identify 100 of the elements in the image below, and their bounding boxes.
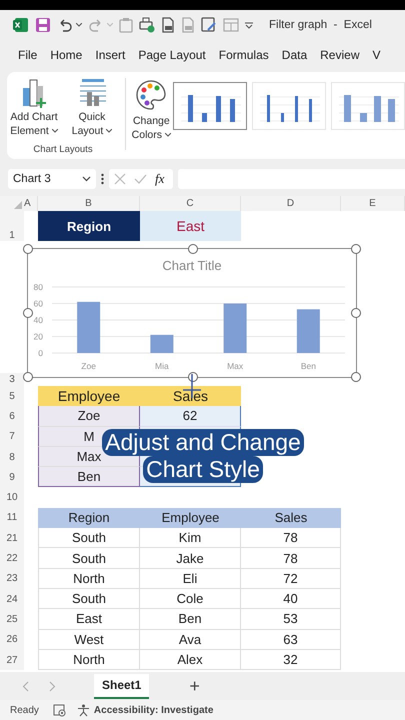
- quick-layout-button[interactable]: Quick Layout: [65, 78, 119, 138]
- menu-tab[interactable]: Insert: [95, 48, 126, 62]
- row-number[interactable]: 23: [0, 568, 24, 589]
- row-number[interactable]: 10: [0, 487, 24, 508]
- caret-icon: [52, 129, 58, 134]
- row-number[interactable]: 7: [0, 426, 24, 447]
- caption-overlay: Adjust and Change: [102, 429, 304, 456]
- table-cell: East: [38, 609, 140, 630]
- table-cell: Kim: [140, 528, 241, 548]
- menu-tab[interactable]: Data: [282, 48, 308, 62]
- menu-tab[interactable]: Home: [50, 48, 82, 62]
- window-title: Filter graph - Excel: [269, 19, 372, 31]
- name-box[interactable]: Chart 3: [8, 169, 96, 189]
- row-number[interactable]: 5: [0, 386, 24, 406]
- table-cell: West: [38, 630, 140, 650]
- sheet-tab[interactable]: Sheet1: [94, 674, 150, 698]
- table-cell: Alex: [140, 650, 241, 670]
- chart-style-thumbnail[interactable]: [173, 82, 247, 130]
- menu-tab[interactable]: V: [372, 48, 381, 62]
- table-cell: Cole: [140, 588, 241, 610]
- check-icon[interactable]: [134, 174, 147, 184]
- clipboard-icon[interactable]: [119, 17, 133, 33]
- column-header[interactable]: E: [341, 196, 405, 211]
- table-cell: Ben: [38, 467, 140, 488]
- axis-label: 40: [34, 315, 43, 325]
- table-cell: Ben: [140, 609, 241, 630]
- resize-handle[interactable]: [351, 308, 361, 318]
- save-icon[interactable]: [35, 17, 51, 33]
- macro-recording-icon[interactable]: [52, 704, 66, 716]
- resize-handle[interactable]: [23, 308, 33, 318]
- printer-icon[interactable]: [139, 17, 155, 33]
- header-cell: Sales: [241, 508, 341, 528]
- menu-tab[interactable]: File: [18, 48, 38, 62]
- palette-icon: [134, 78, 168, 112]
- header-cell: Employee: [140, 508, 241, 528]
- menu-tab[interactable]: Review: [320, 48, 360, 62]
- axis-label: Max: [227, 361, 244, 371]
- excel-logo-icon: [13, 17, 29, 33]
- row-number[interactable]: 26: [0, 630, 24, 650]
- menu-tab[interactable]: Page Layout: [138, 48, 206, 62]
- resize-handle[interactable]: [188, 244, 198, 254]
- axis-label: Zoe: [81, 361, 96, 371]
- row-number[interactable]: 6: [0, 406, 24, 427]
- group-caption: Chart Layouts: [33, 144, 93, 155]
- resize-handle[interactable]: [351, 372, 361, 382]
- resize-handle[interactable]: [188, 372, 198, 382]
- caret-icon: [106, 129, 112, 134]
- resize-handle[interactable]: [351, 244, 361, 254]
- table-cell: Ava: [140, 630, 241, 650]
- table-cell: 62: [140, 406, 241, 427]
- row-number[interactable]: 27: [0, 650, 24, 670]
- customize-caret-icon[interactable]: [245, 22, 253, 28]
- table-cell: 53: [241, 609, 341, 630]
- table-cell: Zoe: [38, 406, 140, 427]
- table-cell: 78: [241, 528, 341, 548]
- row-number[interactable]: 21: [0, 528, 24, 548]
- row-number[interactable]: 3: [0, 373, 24, 386]
- row-number[interactable]: 24: [0, 588, 24, 610]
- caret-icon: [165, 133, 171, 138]
- row-number[interactable]: 11: [0, 508, 24, 528]
- change-colors-button[interactable]: Change Colors: [132, 78, 171, 142]
- row-number[interactable]: 1: [0, 211, 24, 241]
- menu-tab[interactable]: Formulas: [218, 48, 269, 62]
- form-icon[interactable]: [201, 17, 217, 33]
- header-cell: Region: [38, 508, 140, 528]
- resize-handle[interactable]: [23, 372, 33, 382]
- resize-handle[interactable]: [23, 244, 33, 254]
- row-number[interactable]: 22: [0, 548, 24, 569]
- status-text: Ready: [10, 704, 39, 716]
- table-cell: North: [38, 650, 140, 670]
- document-icon[interactable]: [161, 17, 175, 33]
- axis-label: 80: [34, 282, 43, 292]
- table-cell: Jake: [140, 548, 241, 569]
- table-cell: North: [38, 568, 140, 589]
- axis-label: Ben: [300, 361, 316, 371]
- accessibility-icon: [76, 704, 90, 716]
- caret-icon[interactable]: [76, 23, 82, 27]
- header-cell: Region: [38, 211, 140, 241]
- header-cell: Employee: [38, 386, 140, 406]
- table-cell: 78: [241, 548, 341, 569]
- table-cell: 32: [241, 650, 341, 670]
- add-sheet-button[interactable]: +: [189, 676, 200, 696]
- table-cell: 72: [241, 568, 341, 589]
- add-chart-element-button[interactable]: Add Chart Element: [7, 78, 61, 138]
- caption-overlay: Chart Style: [143, 456, 263, 483]
- table-cell: South: [38, 528, 140, 548]
- accessibility-button[interactable]: Accessibility: Investigate: [76, 704, 214, 716]
- table-cell: 63: [241, 630, 341, 650]
- more-icon[interactable]: [101, 173, 104, 185]
- table-cell: Eli: [140, 568, 241, 589]
- table-cell: South: [38, 588, 140, 610]
- table-cell: 40: [241, 588, 341, 610]
- axis-label: Mia: [155, 361, 169, 371]
- table-cell: South: [38, 548, 140, 569]
- insert-function-button[interactable]: fx: [155, 171, 164, 187]
- row-number[interactable]: 25: [0, 609, 24, 630]
- row-number[interactable]: 8: [0, 446, 24, 468]
- column-header[interactable]: D: [241, 196, 341, 211]
- row-number[interactable]: 9: [0, 467, 24, 488]
- chart-title[interactable]: Chart Title: [162, 258, 222, 273]
